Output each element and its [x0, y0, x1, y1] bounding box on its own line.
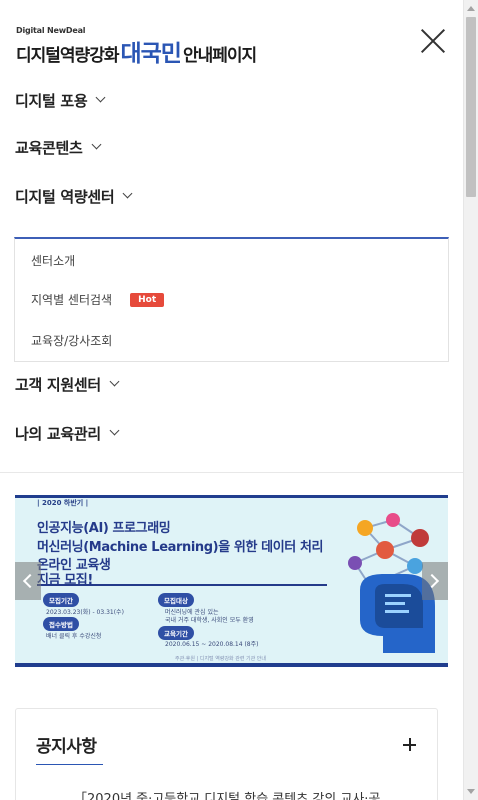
banner-edu-period-value: 2020.06.15 ~ 2020.08.14 (8주): [165, 641, 259, 648]
scroll-thumb[interactable]: [466, 17, 476, 197]
vertical-scrollbar[interactable]: [463, 0, 478, 800]
menu-label: 디지털 역량센터: [15, 187, 115, 206]
scroll-up-icon[interactable]: [467, 6, 475, 11]
chevron-down-icon: [91, 139, 101, 150]
menu-label: 교육콘텐츠: [15, 138, 83, 157]
banner-apply-method-value: 배너 클릭 후 수강신청: [46, 633, 102, 640]
menu-item-my-education[interactable]: 나의 교육관리: [15, 418, 120, 448]
chevron-down-icon: [109, 425, 120, 436]
plus-icon[interactable]: [403, 738, 416, 751]
banner-apply-method-label: 접수방법: [43, 617, 79, 631]
submenu-digital-center: 센터소개 지역별 센터검색 Hot 교육장/강사조회: [14, 237, 449, 362]
banner-tag: | 2020 하반기 |: [37, 499, 89, 507]
close-menu-icon[interactable]: [420, 28, 446, 54]
banner-title-line-1: 인공지능(AI) 프로그래밍: [37, 521, 171, 536]
banner-recruit-period-label: 모집기간: [43, 593, 79, 607]
menu-item-edu-content[interactable]: 교육콘텐츠: [15, 132, 101, 162]
submenu-item-center-intro[interactable]: 센터소개: [31, 252, 75, 269]
banner-recruit-period-value: 2023.03.23(화) - 03.31(수): [46, 609, 124, 616]
banner-rule: [37, 584, 327, 586]
submenu-label: 지역별 센터검색: [31, 293, 113, 307]
hot-badge: Hot: [130, 292, 165, 307]
banner-prev-button[interactable]: [15, 562, 41, 600]
notice-list-item[interactable]: 「2020년 중·고등학교 디지털 학습 콘텐츠 강의 교사·공…: [74, 788, 414, 800]
submenu-label: 센터소개: [31, 254, 76, 268]
promo-banner[interactable]: | 2020 하반기 | 인공지능(AI) 프로그래밍 머신러닝(Machine…: [15, 495, 448, 667]
banner-target-value-2: 국내 거주 대학생, 사회인 모두 환영: [165, 617, 254, 624]
header: Digital NewDeal 디지털역량강화대국민 안내페이지: [0, 0, 463, 78]
submenu-item-center-search[interactable]: 지역별 센터검색 Hot: [31, 291, 165, 308]
banner-edu-period-label: 교육기간: [158, 626, 194, 640]
banner-footer: 주관·후원 | 디지털 역량강화 관련 기관 안내: [175, 656, 267, 662]
menu-item-digital-inclusion[interactable]: 디지털 포용: [15, 85, 106, 115]
chevron-down-icon: [95, 92, 106, 103]
notice-section: 공지사항 「2020년 중·고등학교 디지털 학습 콘텐츠 강의 교사·공…: [15, 708, 438, 800]
chevron-left-icon: [22, 573, 38, 589]
section-divider: [0, 472, 463, 473]
notice-title: 공지사항: [36, 737, 97, 757]
banner-next-button[interactable]: [422, 562, 448, 600]
menu-panel: Digital NewDeal 디지털역량강화대국민 안내페이지 디지털 포용 교…: [0, 0, 463, 800]
submenu-item-instructor-search[interactable]: 교육장/강사조회: [31, 332, 112, 349]
logo-text: 디지털역량강화대국민 안내페이지: [16, 34, 257, 68]
logo-part-2: 대국민: [120, 41, 181, 67]
site-logo[interactable]: Digital NewDeal 디지털역량강화대국민 안내페이지: [16, 26, 257, 67]
menu-label: 고객 지원센터: [15, 375, 101, 394]
menu-label: 디지털 포용: [15, 91, 88, 110]
notice-title-underline: [36, 764, 103, 765]
logo-part-3: 안내페이지: [182, 46, 257, 66]
submenu-label: 교육장/강사조회: [31, 334, 113, 348]
banner-title-line-2: 머신러닝(Machine Learning)을 위한 데이터 처리: [37, 540, 324, 555]
banner-target-label: 모집대상: [158, 593, 194, 607]
menu-item-digital-center[interactable]: 디지털 역량센터: [15, 181, 133, 211]
chevron-right-icon: [424, 573, 440, 589]
menu-label: 나의 교육관리: [15, 424, 101, 443]
logo-part-1: 디지털역량강화: [16, 46, 119, 66]
menu-item-customer-support[interactable]: 고객 지원센터: [15, 369, 120, 399]
chevron-down-icon: [109, 376, 120, 387]
scroll-down-icon[interactable]: [467, 789, 475, 794]
chevron-down-icon: [122, 188, 133, 199]
